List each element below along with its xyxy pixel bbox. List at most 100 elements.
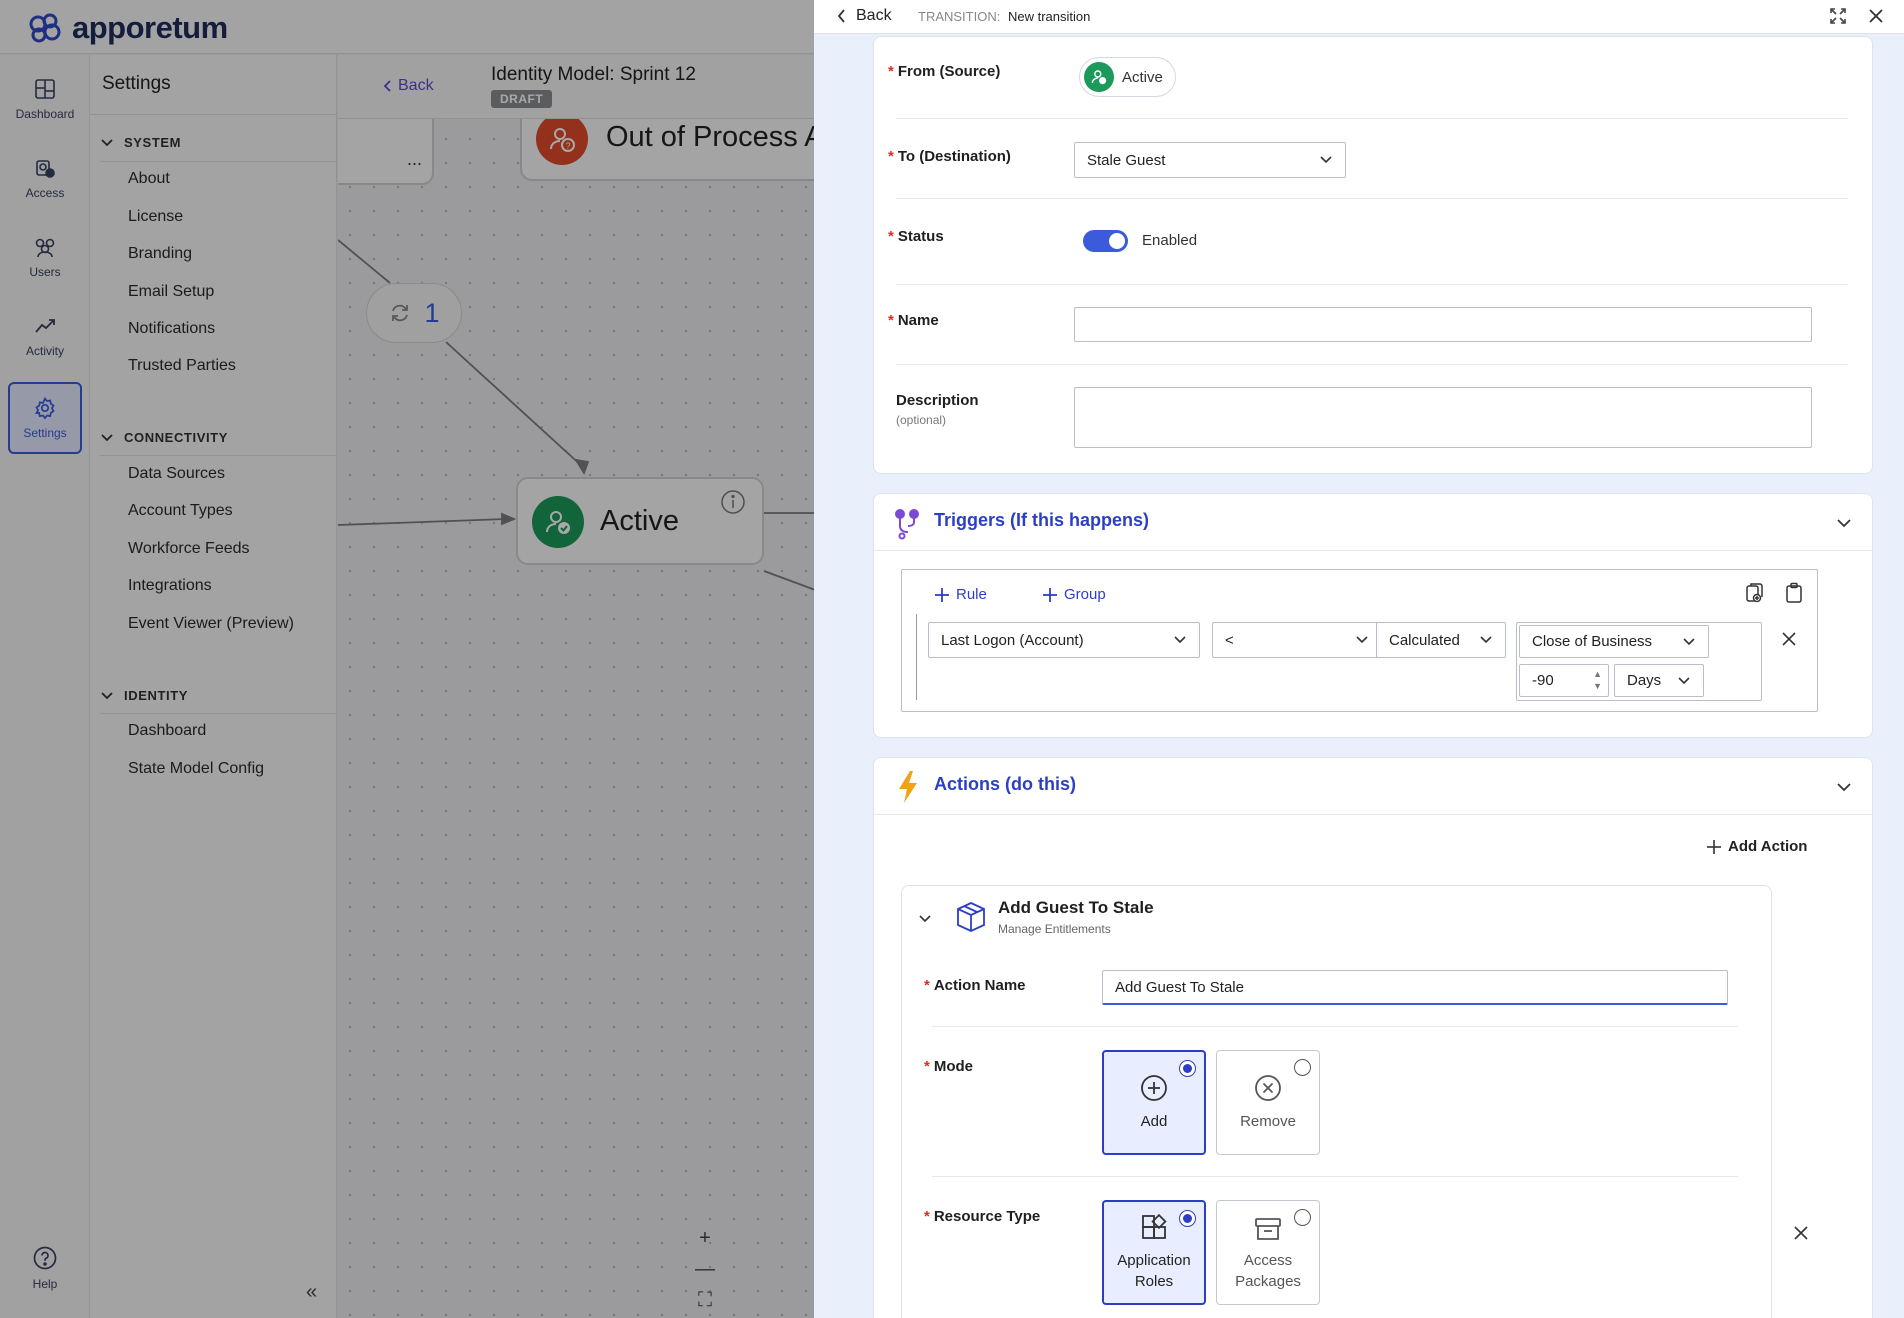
action-name-input[interactable]: Add Guest To Stale <box>1102 970 1728 1005</box>
required-marker: * <box>924 977 930 994</box>
close-icon <box>1782 632 1796 646</box>
status-label: * Status <box>888 228 944 245</box>
actions-title: Actions (do this) <box>934 774 1076 794</box>
add-action-label: Add Action <box>1728 838 1808 855</box>
mode-label: * Mode <box>924 1058 973 1075</box>
chevron-down-icon <box>1678 676 1690 684</box>
divider <box>896 284 1848 285</box>
rule-base-date-value: Close of Business <box>1532 633 1653 650</box>
to-state-value: Stale Guest <box>1087 151 1166 169</box>
radio-button[interactable] <box>1179 1060 1196 1077</box>
clipboard-icon <box>1786 582 1802 603</box>
mode-label-text: Mode <box>933 1058 974 1075</box>
resource-type-label: * Resource Type <box>924 1208 1040 1225</box>
mode-remove-option[interactable]: Remove <box>1216 1050 1320 1155</box>
mode-add-label: Add <box>1140 1113 1168 1130</box>
rule-offset-stepper[interactable]: -90 ▲ ▼ <box>1519 664 1609 697</box>
close-icon <box>1869 9 1883 23</box>
action-name-label-text: Action Name <box>933 977 1026 994</box>
add-group-label: Group <box>1064 586 1106 603</box>
copy-icon <box>1746 583 1763 603</box>
chevron-down-icon <box>1683 637 1695 645</box>
rule-unit-select[interactable]: Days <box>1614 664 1704 697</box>
plus-icon <box>1707 839 1721 854</box>
modal-backdrop[interactable] <box>0 0 814 1318</box>
from-label-text: From (Source) <box>897 63 1001 80</box>
expand-button[interactable] <box>1828 6 1848 26</box>
rule-base-date-select[interactable]: Close of Business <box>1519 625 1709 658</box>
add-circle-icon <box>1141 1075 1167 1101</box>
action-item: Add Guest To Stale Manage Entitlements *… <box>901 885 1772 1318</box>
expand-icon <box>1830 8 1846 24</box>
radio-button[interactable] <box>1294 1209 1311 1226</box>
add-action-button[interactable]: Add Action <box>1706 838 1807 855</box>
remove-rule-button[interactable] <box>1780 630 1798 648</box>
name-input[interactable] <box>1074 307 1812 342</box>
from-state-value: Active <box>1122 68 1163 86</box>
rule-offset-value: -90 <box>1532 672 1554 689</box>
rule-builder: Rule Group Last Logon (Account) < Calcul… <box>901 569 1818 712</box>
chevron-down-icon[interactable] <box>1836 782 1852 792</box>
calculated-date-group: Close of Business -90 ▲ ▼ Days <box>1516 622 1762 701</box>
divider <box>874 550 1872 551</box>
chevron-left-icon <box>837 9 845 23</box>
copy-rule-button[interactable] <box>1744 582 1764 604</box>
paste-rule-button[interactable] <box>1784 582 1804 604</box>
required-marker: * <box>924 1208 930 1225</box>
to-state-select[interactable]: Stale Guest <box>1074 142 1346 178</box>
close-icon <box>1794 1226 1808 1240</box>
to-label: * To (Destination) <box>888 148 1011 165</box>
add-rule-button[interactable]: Rule <box>934 586 987 603</box>
drawer-back-button[interactable]: Back <box>836 7 892 25</box>
package-icon <box>957 902 985 932</box>
status-label-text: Status <box>897 228 944 245</box>
resource-type-app-roles-label: Application Roles <box>1117 1251 1191 1290</box>
add-rule-label: Rule <box>956 586 987 603</box>
resource-type-app-roles-option[interactable]: Application Roles <box>1102 1200 1206 1305</box>
divider <box>896 118 1848 119</box>
radio-button[interactable] <box>1179 1210 1196 1227</box>
to-label-text: To (Destination) <box>897 148 1011 165</box>
rule-attribute-select[interactable]: Last Logon (Account) <box>928 622 1200 658</box>
resource-type-access-packages-option[interactable]: Access Packages <box>1216 1200 1320 1305</box>
stepper-arrows-icon[interactable]: ▲ ▼ <box>1593 668 1602 692</box>
rule-value-type-value: Calculated <box>1389 631 1460 649</box>
description-textarea[interactable] <box>1074 387 1812 448</box>
status-toggle[interactable] <box>1083 230 1128 252</box>
rule-operator-value: < <box>1225 631 1234 649</box>
required-marker: * <box>888 312 894 329</box>
archive-icon <box>1255 1217 1281 1240</box>
divider <box>874 814 1872 815</box>
rule-operator-select[interactable]: < <box>1212 622 1382 658</box>
required-marker: * <box>888 148 894 165</box>
actions-card: Actions (do this) Add Action Add Guest T… <box>873 757 1873 1318</box>
chevron-down-icon[interactable] <box>918 914 932 924</box>
transition-drawer: Back TRANSITION: New transition * From (S… <box>814 0 1904 1318</box>
add-group-button[interactable]: Group <box>1042 586 1106 603</box>
breadcrumb: TRANSITION: New transition <box>918 9 1090 24</box>
chevron-down-icon <box>1174 636 1186 644</box>
mode-add-option[interactable]: Add <box>1102 1050 1206 1155</box>
triggers-title: Triggers (If this happens) <box>934 510 1150 530</box>
action-title: Add Guest To Stale <box>998 898 1154 917</box>
divider <box>932 1176 1738 1177</box>
radio-button[interactable] <box>1294 1059 1311 1076</box>
remove-action-button[interactable] <box>1792 1224 1810 1242</box>
close-button[interactable] <box>1866 6 1886 26</box>
triggers-card: Triggers (If this happens) Rule Group La… <box>873 493 1873 738</box>
plus-icon <box>935 587 949 602</box>
chevron-down-icon[interactable] <box>1836 518 1852 528</box>
chevron-down-icon <box>1320 156 1332 164</box>
divider <box>932 1026 1738 1027</box>
name-label: * Name <box>888 312 939 329</box>
rule-value-type-select[interactable]: Calculated <box>1376 622 1506 658</box>
action-subtitle: Manage Entitlements <box>998 922 1111 936</box>
drawer-back-label: Back <box>856 7 892 24</box>
chevron-down-icon <box>1480 636 1492 644</box>
resource-type-access-packages-label: Access Packages <box>1235 1251 1301 1290</box>
mode-remove-label: Remove <box>1240 1113 1296 1130</box>
chevron-down-icon <box>1356 636 1368 644</box>
description-hint: (optional) <box>896 413 947 427</box>
required-marker: * <box>888 228 894 245</box>
rule-unit-value: Days <box>1627 672 1662 689</box>
